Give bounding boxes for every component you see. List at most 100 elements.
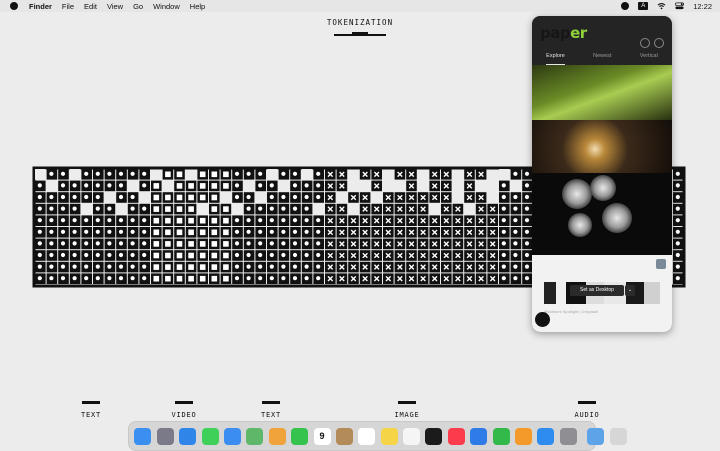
token-square (199, 264, 206, 270)
segment-marker-image (398, 401, 416, 404)
token-dot (292, 252, 298, 258)
token-dot (501, 264, 506, 269)
token-cell (232, 203, 243, 215)
launchpad-icon[interactable] (156, 427, 174, 445)
token-dot (142, 264, 147, 269)
token-square (199, 275, 206, 282)
token-square (211, 264, 218, 270)
finder-icon[interactable] (134, 427, 152, 445)
photo-credit[interactable]: @Artwork Spotlight | Unsplash (544, 309, 660, 314)
token-dot (316, 183, 321, 188)
numbers-icon[interactable] (492, 427, 510, 445)
reminders-icon[interactable] (358, 427, 376, 445)
token-dot (675, 183, 680, 188)
token-square (165, 264, 171, 270)
wallpaper-tabs: Explore Newest Vertical (532, 53, 672, 65)
token-dot (304, 218, 309, 223)
app-store-icon[interactable] (537, 427, 555, 445)
token-dot (234, 276, 240, 281)
token-dot (513, 241, 518, 246)
token-cell (139, 192, 150, 203)
tab-newest[interactable]: Newest (593, 53, 611, 65)
wallpaper-thumbnail-sparkler[interactable] (532, 120, 672, 173)
token-square (223, 183, 229, 189)
token-dot (118, 183, 124, 188)
token-dot (269, 218, 274, 223)
token-dot (316, 171, 321, 176)
token-dot (258, 276, 263, 281)
token-dot (72, 206, 77, 211)
freeform-icon[interactable] (403, 427, 421, 445)
token-dot (246, 206, 251, 211)
token-dot (292, 171, 298, 176)
music-icon[interactable] (447, 427, 465, 445)
token-dot (95, 194, 100, 200)
token-dot (316, 264, 321, 269)
photos-icon[interactable] (268, 427, 286, 445)
downloads-folder-icon[interactable] (587, 427, 605, 445)
facetime-icon[interactable] (291, 427, 309, 445)
token-square (188, 252, 194, 259)
token-square (165, 275, 171, 282)
token-dot (234, 252, 240, 258)
token-dot (675, 252, 680, 258)
token-dot (107, 183, 112, 188)
wallpaper-thumbnail-leaf[interactable] (532, 65, 672, 120)
token-square (223, 252, 229, 259)
token-square (176, 241, 183, 247)
token-dot (292, 264, 298, 269)
mail-icon[interactable] (223, 427, 241, 445)
apple-tv-icon[interactable] (425, 427, 443, 445)
token-dot (72, 183, 77, 188)
token-dot (37, 264, 42, 269)
token-dot (675, 218, 680, 223)
keynote-icon[interactable] (470, 427, 488, 445)
brightness-icon[interactable] (640, 38, 650, 48)
maps-icon[interactable] (246, 427, 264, 445)
pages-icon[interactable] (515, 427, 533, 445)
wallpaper-thumbnail-flowers[interactable] (532, 173, 672, 255)
tab-vertical[interactable]: Vertical (640, 53, 658, 65)
token-square (165, 217, 171, 224)
messages-icon[interactable] (201, 427, 219, 445)
token-dot (269, 241, 274, 246)
token-dot (292, 183, 298, 188)
set-as-desktop-button[interactable]: Set as Desktop (570, 285, 624, 296)
token-dot (281, 241, 286, 246)
tab-explore[interactable]: Explore (546, 53, 565, 65)
notes-icon[interactable] (380, 427, 398, 445)
token-dot (49, 276, 54, 281)
token-square (165, 206, 171, 212)
token-square (165, 241, 171, 247)
token-dot (118, 264, 124, 269)
token-dot (84, 241, 89, 246)
token-dot (513, 206, 518, 211)
safari-icon[interactable] (179, 427, 197, 445)
token-dot (524, 206, 530, 211)
flower-shape (602, 203, 632, 233)
token-dot (281, 252, 286, 258)
settings-gear-icon[interactable] (654, 38, 664, 48)
token-dot (269, 194, 274, 200)
token-dot (142, 171, 147, 176)
token-dot (95, 183, 100, 188)
set-desktop-options-button[interactable]: ⌄ (625, 285, 635, 296)
token-square (176, 183, 183, 189)
token-dot (269, 252, 274, 258)
token-dot (130, 252, 135, 258)
token-dot (49, 194, 54, 200)
token-dot (118, 229, 124, 234)
token-dot (524, 194, 530, 200)
system-settings-icon[interactable] (559, 427, 577, 445)
token-dot (37, 206, 42, 211)
avatar[interactable] (535, 312, 550, 327)
token-dot (60, 183, 66, 188)
token-dot (72, 276, 77, 281)
notes-brown-icon[interactable] (335, 427, 353, 445)
token-dot (49, 264, 54, 269)
calendar-icon[interactable]: 9 (313, 427, 331, 445)
token-dot (60, 264, 66, 269)
trash-icon[interactable] (609, 427, 627, 445)
token-dot (513, 229, 518, 234)
close-preview-icon[interactable] (656, 259, 666, 269)
